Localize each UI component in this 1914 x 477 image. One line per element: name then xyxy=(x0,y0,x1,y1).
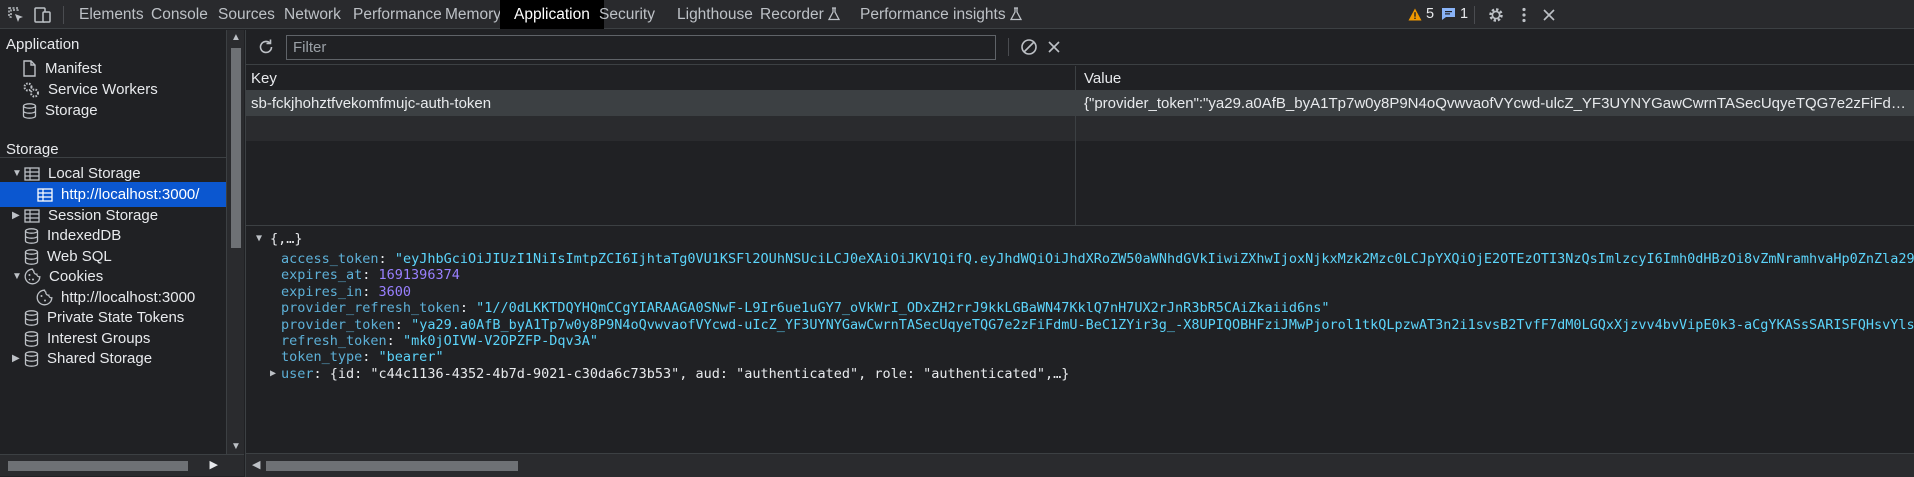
tab-application[interactable]: Application xyxy=(500,0,604,29)
empty-table-row xyxy=(246,116,1914,141)
database-icon xyxy=(24,350,39,367)
warnings-count: 5 xyxy=(1426,6,1435,22)
tab-memory[interactable]: Memory xyxy=(445,0,501,29)
cookie-icon xyxy=(36,289,53,306)
tab-lighthouse[interactable]: Lighthouse xyxy=(677,0,753,29)
devtools-tab-bar: Elements Console Sources Network Perform… xyxy=(0,0,1914,29)
tab-network[interactable]: Network xyxy=(284,0,341,29)
tab-elements[interactable]: Elements xyxy=(79,0,144,29)
experiment-flask-icon xyxy=(1009,2,1022,31)
tab-performance[interactable]: Performance xyxy=(353,0,442,29)
tab-recorder-label: Recorder xyxy=(760,6,824,23)
tab-recorder[interactable]: Recorder xyxy=(760,0,840,29)
collapsed-triangle-icon[interactable]: ▶ xyxy=(12,346,24,371)
sidebar-vertical-scrollbar[interactable]: ▲ ▼ xyxy=(226,30,244,454)
storage-section-heading: Storage xyxy=(6,141,59,158)
experiment-flask-icon xyxy=(827,2,840,31)
preview-root: {,…} xyxy=(270,231,303,247)
expanded-triangle-icon[interactable]: ▼ xyxy=(12,264,24,289)
preview-field: access_token: "eyJhbGciOiJIUzI1NiIsImtpZ… xyxy=(281,251,1914,267)
settings-gear-icon[interactable] xyxy=(1485,4,1507,26)
device-toolbar-icon[interactable] xyxy=(31,4,53,26)
local-storage-panel: Key Value sb-fckjhohztfvekomfmujc-auth-t… xyxy=(245,30,1914,477)
document-icon xyxy=(23,60,36,77)
more-options-icon[interactable] xyxy=(1513,4,1535,26)
table-icon xyxy=(24,208,40,223)
sidebar-item-storage[interactable]: Storage xyxy=(22,98,98,123)
table-row[interactable]: sb-fckjhohztfvekomfmujc-auth-token {"pro… xyxy=(246,91,1914,116)
application-section-heading: Application xyxy=(6,36,80,53)
sidebar-item-shared-storage[interactable]: ▶ Shared Storage xyxy=(12,346,152,371)
message-icon xyxy=(1442,8,1455,20)
close-devtools-icon[interactable] xyxy=(1538,4,1560,26)
expanded-triangle-icon[interactable]: ▼ xyxy=(256,233,262,244)
tab-performance-insights[interactable]: Performance insights xyxy=(860,0,1022,29)
sidebar-horizontal-scrollbar[interactable]: ▶ xyxy=(0,454,226,476)
clear-all-icon[interactable] xyxy=(1018,36,1040,58)
database-icon xyxy=(22,102,37,119)
cookie-icon xyxy=(24,268,41,285)
column-header-key[interactable]: Key xyxy=(251,66,277,91)
refresh-icon[interactable] xyxy=(255,36,277,58)
inspect-element-icon[interactable] xyxy=(5,4,27,26)
warnings-badge[interactable]: 5 xyxy=(1404,3,1438,25)
database-icon xyxy=(24,227,39,244)
table-icon xyxy=(37,187,53,202)
tab-security[interactable]: Security xyxy=(599,0,655,29)
database-icon xyxy=(24,248,39,265)
warning-icon xyxy=(1408,8,1422,20)
database-icon xyxy=(24,330,39,347)
table-header: Key Value xyxy=(246,66,1914,91)
database-icon xyxy=(24,309,39,326)
delete-selected-icon[interactable] xyxy=(1043,36,1065,58)
preview-horizontal-scrollbar[interactable]: ◀ xyxy=(246,453,1914,477)
messages-badge[interactable]: 1 xyxy=(1437,3,1472,25)
tab-console[interactable]: Console xyxy=(151,0,208,29)
application-sidebar: Application Manifest Service Workers Sto… xyxy=(0,30,226,454)
preview-field-user[interactable]: user: {id: "c44c1136-4352-4b7d-9021-c30d… xyxy=(281,364,1069,384)
gears-icon xyxy=(23,82,39,98)
row-value: {"provider_token":"ya29.a0AfB_byA1Tp7w0y… xyxy=(1084,95,1910,112)
key-value-table: Key Value sb-fckjhohztfvekomfmujc-auth-t… xyxy=(246,66,1914,226)
tab-performance-insights-label: Performance insights xyxy=(860,6,1006,23)
collapsed-triangle-icon[interactable]: ▶ xyxy=(12,203,24,228)
tab-sources[interactable]: Sources xyxy=(218,0,275,29)
value-preview-tree: ▼ {,…} access_token: "eyJhbGciOiJIUzI1Ni… xyxy=(246,227,1914,453)
storage-toolbar xyxy=(246,30,1914,65)
collapsed-triangle-icon[interactable]: ▶ xyxy=(270,368,276,379)
filter-input[interactable] xyxy=(286,35,996,60)
table-icon xyxy=(24,166,40,181)
messages-count: 1 xyxy=(1460,6,1469,22)
column-header-value[interactable]: Value xyxy=(1084,66,1121,91)
row-key: sb-fckjhohztfvekomfmujc-auth-token xyxy=(251,95,492,112)
